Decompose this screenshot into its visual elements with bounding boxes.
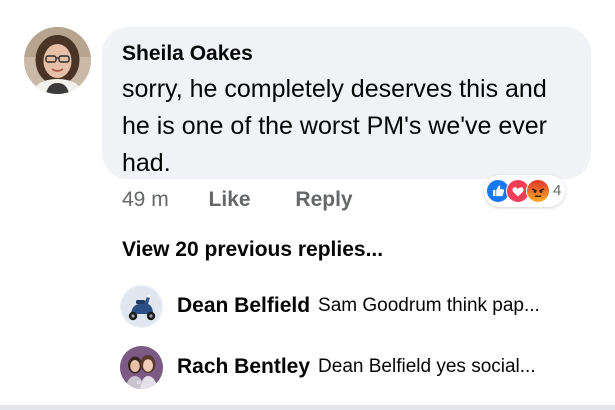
- avatar-rach-bentley[interactable]: ✿: [120, 345, 163, 389]
- reply-author[interactable]: Rach Bentley: [177, 355, 310, 379]
- avatar-photo: ✿: [120, 345, 163, 389]
- reply-author[interactable]: Dean Belfield: [177, 294, 310, 318]
- view-previous-replies-link[interactable]: View 20 previous replies...: [122, 236, 383, 264]
- avatar-sheila-oakes[interactable]: [24, 27, 91, 94]
- reactions-summary[interactable]: 4: [484, 175, 566, 207]
- comment-text: sorry, he completely deserves this and h…: [122, 75, 548, 177]
- comment-timestamp[interactable]: 49 m: [122, 188, 169, 211]
- reply-snippet: Sam Goodrum think pap...: [318, 295, 540, 316]
- reaction-count: 4: [553, 182, 562, 199]
- scooter-avatar-image: [120, 284, 163, 328]
- avatar-dean-belfield[interactable]: [120, 284, 163, 328]
- angry-icon: [526, 179, 550, 203]
- reply-item[interactable]: ✿ Rach Bentley Dean Belfield yes social.…: [120, 345, 536, 389]
- comment-actions: 49 m Like Reply: [122, 186, 392, 214]
- avatar-photo: [24, 27, 91, 94]
- divider: [0, 405, 615, 410]
- comment-thread: Sheila Oakes sorry, he completely deserv…: [0, 0, 615, 410]
- comment-author[interactable]: Sheila Oakes: [122, 41, 253, 67]
- reply-item[interactable]: Dean Belfield Sam Goodrum think pap...: [120, 284, 540, 328]
- comment-bubble: Sheila Oakes sorry, he completely deserv…: [102, 27, 591, 179]
- like-button[interactable]: Like: [209, 188, 251, 211]
- reply-snippet: Dean Belfield yes social...: [318, 356, 536, 377]
- reply-button[interactable]: Reply: [295, 188, 352, 211]
